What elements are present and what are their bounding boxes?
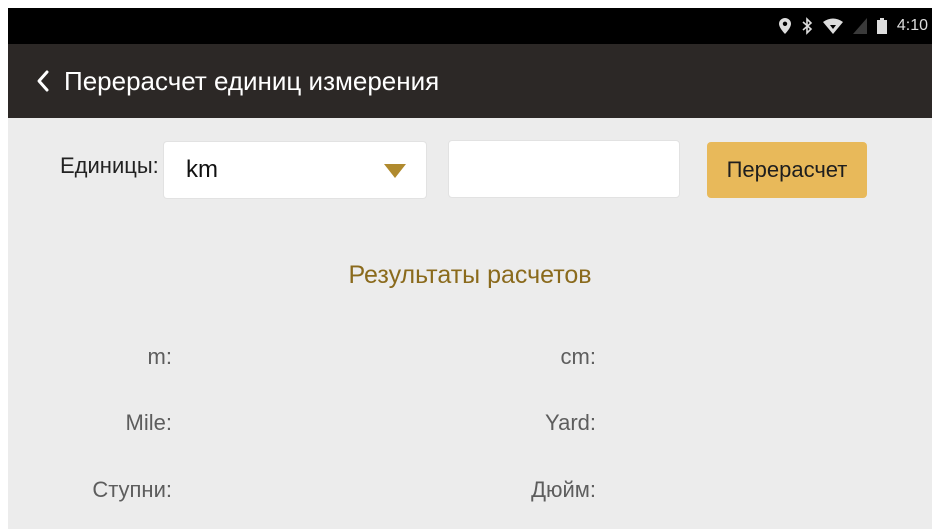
converter-panel: Единицы: km Перерасчет Результаты расчет… — [8, 118, 932, 529]
result-label-inch: Дюйм: — [531, 477, 596, 502]
bluetooth-icon — [801, 17, 813, 35]
result-label-yard: Yard: — [545, 410, 596, 435]
app-bar: Перерасчет единиц измерения — [8, 44, 932, 118]
unit-select-value: km — [186, 156, 218, 183]
page-title: Перерасчет единиц измерения — [64, 66, 440, 96]
location-icon — [778, 18, 791, 34]
result-label-m: m: — [147, 344, 172, 369]
dropdown-arrow-icon — [384, 164, 406, 178]
recalculate-button[interactable]: Перерасчет — [707, 142, 867, 198]
unit-select[interactable]: km — [164, 142, 426, 198]
units-label: Единицы: — [60, 153, 159, 178]
results-title: Результаты расчетов — [348, 261, 592, 289]
result-label-mile: Mile: — [125, 410, 172, 435]
chevron-left-icon[interactable] — [30, 66, 60, 96]
status-icons: 4:10 — [778, 8, 928, 44]
result-label-feet: Ступни: — [92, 477, 172, 502]
status-bar: 4:10 — [8, 8, 932, 44]
result-label-cm: cm: — [560, 344, 596, 369]
battery-icon — [876, 18, 887, 34]
value-input[interactable] — [448, 140, 680, 198]
wifi-icon — [822, 18, 843, 34]
signal-icon — [852, 18, 867, 34]
status-time: 4:10 — [896, 17, 928, 34]
